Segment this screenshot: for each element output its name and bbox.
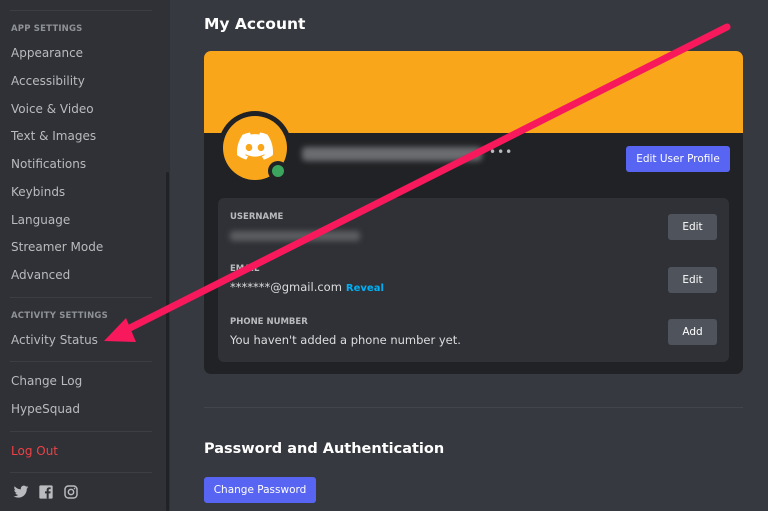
phone-number-value: You haven't added a phone number yet.	[230, 333, 461, 347]
sidebar-divider	[10, 361, 152, 362]
sidebar-divider	[10, 431, 152, 432]
settings-sidebar: App Settings Appearance Accessibility Vo…	[0, 0, 170, 511]
sidebar-item-activity-status[interactable]: Activity Status	[11, 333, 98, 347]
page-title: My Account	[204, 15, 306, 33]
sidebar-item-notifications[interactable]: Notifications	[11, 157, 86, 171]
facebook-icon[interactable]	[38, 484, 54, 500]
sidebar-divider	[10, 10, 152, 11]
sidebar-item-voice-video[interactable]: Voice & Video	[11, 102, 94, 116]
email-value: *******@gmail.com Reveal	[230, 280, 384, 294]
username-value-redacted	[230, 231, 360, 241]
status-indicator	[268, 161, 288, 181]
sidebar-item-language[interactable]: Language	[11, 213, 70, 227]
instagram-icon[interactable]	[63, 484, 79, 500]
account-info-panel: Username Edit Email *******@gmail.com Rev…	[218, 198, 729, 362]
sidebar-item-accessibility[interactable]: Accessibility	[11, 74, 85, 88]
section-divider	[204, 407, 743, 408]
sidebar-item-advanced[interactable]: Advanced	[11, 268, 70, 282]
app-settings-header: App Settings	[11, 24, 83, 34]
edit-username-button[interactable]: Edit	[668, 214, 717, 240]
more-options-icon[interactable]: •••	[489, 145, 513, 159]
sidebar-item-text-images[interactable]: Text & Images	[11, 129, 96, 143]
edit-email-button[interactable]: Edit	[668, 267, 717, 293]
activity-settings-header: Activity Settings	[11, 311, 108, 321]
sidebar-divider	[10, 297, 152, 298]
sidebar-item-hypesquad[interactable]: HypeSquad	[11, 402, 80, 416]
sidebar-item-streamer-mode[interactable]: Streamer Mode	[11, 240, 103, 254]
display-name-redacted	[302, 147, 482, 161]
sidebar-divider	[10, 472, 152, 473]
main-content: My Account ••• Edit User Profile Usernam…	[170, 0, 768, 511]
sidebar-item-appearance[interactable]: Appearance	[11, 46, 83, 60]
edit-user-profile-button[interactable]: Edit User Profile	[626, 146, 730, 172]
change-password-button[interactable]: Change Password	[204, 477, 316, 503]
email-text: *******@gmail.com	[230, 280, 342, 294]
sidebar-item-keybinds[interactable]: Keybinds	[11, 185, 65, 199]
sidebar-scrollbar[interactable]	[166, 172, 169, 511]
phone-number-label: Phone Number	[230, 317, 308, 327]
online-status-icon	[272, 165, 284, 177]
sidebar-item-change-log[interactable]: Change Log	[11, 374, 82, 388]
username-label: Username	[230, 212, 284, 222]
log-out-button[interactable]: Log Out	[11, 444, 58, 458]
reveal-email-link[interactable]: Reveal	[346, 283, 384, 294]
password-section-title: Password and Authentication	[204, 441, 445, 457]
profile-banner	[204, 51, 743, 133]
discord-logo-icon	[237, 128, 274, 168]
add-phone-button[interactable]: Add	[668, 319, 717, 345]
twitter-icon[interactable]	[13, 484, 29, 500]
email-label: Email	[230, 264, 260, 274]
account-card: ••• Edit User Profile Username Edit Emai…	[204, 51, 743, 374]
social-links	[13, 484, 79, 500]
avatar[interactable]	[218, 111, 292, 185]
